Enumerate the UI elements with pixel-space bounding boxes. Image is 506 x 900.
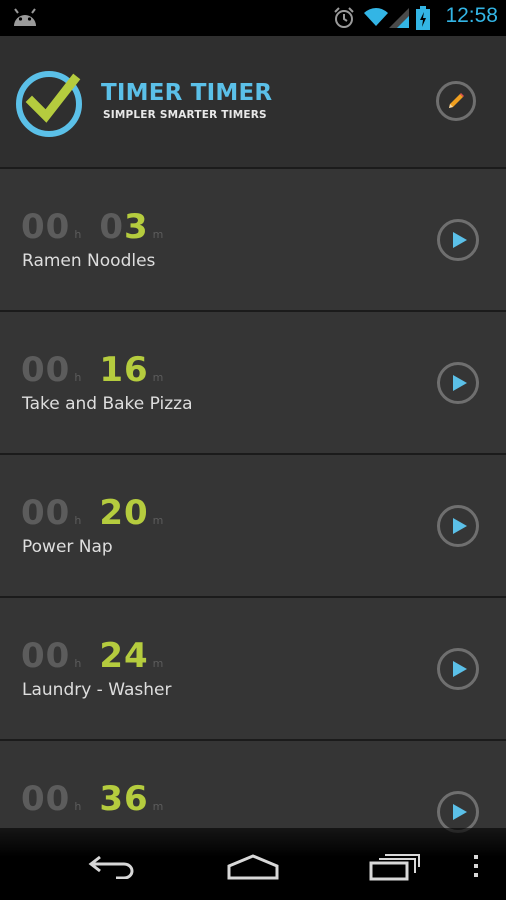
minutes-value: 24 [99,636,149,676]
timer-duration: 00 h 20 m [21,493,181,533]
timer-duration: 00 h 24 m [21,636,181,676]
play-button[interactable] [437,362,479,404]
status-clock: 12:58 [445,4,498,27]
status-bar: 12:58 [0,0,506,36]
minutes-value: 20 [99,493,149,533]
play-icon [453,518,467,534]
check-clock-icon [16,71,82,137]
pencil-icon [449,93,464,108]
minutes-unit: m [152,371,164,384]
home-icon[interactable] [226,854,280,880]
navigation-bar [0,828,506,900]
minutes-unit: m [152,800,164,813]
timer-row[interactable]: 00 h 24 m Laundry - Washer [0,598,506,741]
app-subtitle: SIMPLER SMARTER TIMERS [103,109,267,121]
minutes-value: 16 [99,350,149,390]
play-button[interactable] [437,219,479,261]
play-button[interactable] [437,505,479,547]
hours-value: 00 [21,636,71,676]
timer-name: Laundry - Washer [22,680,172,700]
minutes-value: 3 [123,207,149,247]
hours-unit: h [74,228,82,241]
hours-unit: h [74,371,82,384]
hours-value: 00 [21,207,71,247]
minutes-unit: m [152,228,164,241]
recent-apps-icon[interactable] [369,853,421,881]
timer-row[interactable]: 00 h 20 m Power Nap [0,455,506,598]
timer-name: Power Nap [22,537,113,557]
play-icon [453,804,467,820]
signal-icon [389,8,409,28]
play-icon [453,375,467,391]
hours-value: 00 [21,493,71,533]
timer-name: Ramen Noodles [22,251,156,271]
timer-row[interactable]: 00 h 16 m Take and Bake Pizza [0,312,506,455]
hours-unit: h [74,800,82,813]
play-icon [453,661,467,677]
alarm-icon [334,7,354,28]
android-icon [14,8,36,26]
minutes-leading: 0 [99,207,124,247]
timer-duration: 00 h 36 m [21,779,181,819]
timer-duration: 00 h 03 m [21,207,181,247]
play-button[interactable] [437,791,479,833]
edit-button[interactable] [436,81,476,121]
hours-value: 00 [21,350,71,390]
hours-value: 00 [21,779,71,819]
app-header: TIMER TIMER SIMPLER SMARTER TIMERS [0,36,506,169]
timer-duration: 00 h 16 m [21,350,181,390]
overflow-menu-icon[interactable] [472,854,480,878]
minutes-unit: m [152,657,164,670]
back-icon[interactable] [88,853,138,879]
hours-unit: h [74,514,82,527]
battery-charging-icon [416,6,430,30]
minutes-value: 36 [99,779,149,819]
timer-row[interactable]: 00 h 03 m Ramen Noodles [0,169,506,312]
timer-name: Take and Bake Pizza [22,394,193,414]
play-button[interactable] [437,648,479,690]
play-icon [453,232,467,248]
app-title: TIMER TIMER [101,80,273,106]
wifi-icon [364,8,388,26]
timer-list: 00 h 03 m Ramen Noodles 00 h 16 m Take and Bak… [0,169,506,884]
minutes-unit: m [152,514,164,527]
hours-unit: h [74,657,82,670]
